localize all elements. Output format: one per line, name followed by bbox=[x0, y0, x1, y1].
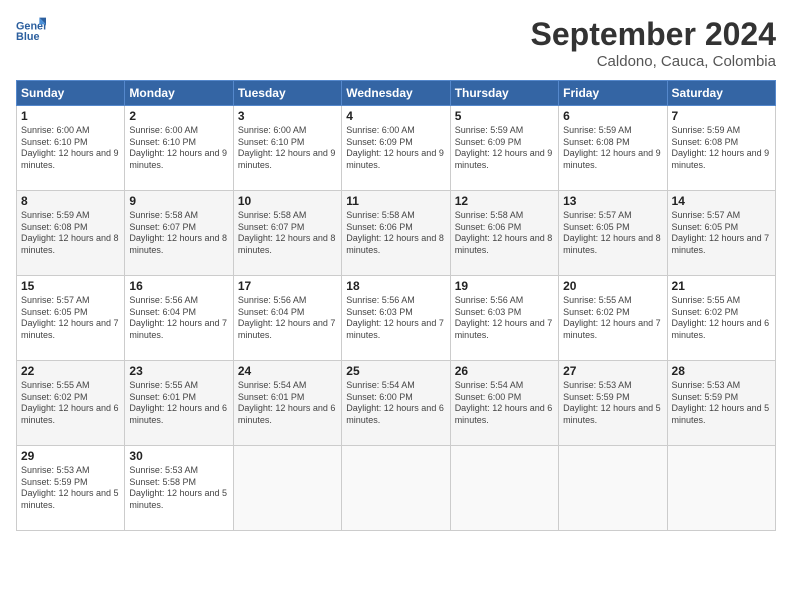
table-row: 3Sunrise: 6:00 AMSunset: 6:10 PMDaylight… bbox=[233, 106, 341, 191]
table-row: 10Sunrise: 5:58 AMSunset: 6:07 PMDayligh… bbox=[233, 191, 341, 276]
col-wednesday: Wednesday bbox=[342, 81, 450, 106]
calendar-header-row: Sunday Monday Tuesday Wednesday Thursday… bbox=[17, 81, 776, 106]
col-monday: Monday bbox=[125, 81, 233, 106]
header: General Blue September 2024 Caldono, Cau… bbox=[16, 16, 776, 70]
table-row: 8Sunrise: 5:59 AMSunset: 6:08 PMDaylight… bbox=[17, 191, 125, 276]
table-row: 14Sunrise: 5:57 AMSunset: 6:05 PMDayligh… bbox=[667, 191, 775, 276]
col-sunday: Sunday bbox=[17, 81, 125, 106]
table-row: 7Sunrise: 5:59 AMSunset: 6:08 PMDaylight… bbox=[667, 106, 775, 191]
page: General Blue September 2024 Caldono, Cau… bbox=[0, 0, 792, 612]
table-row bbox=[450, 446, 558, 531]
table-row bbox=[667, 446, 775, 531]
table-row: 6Sunrise: 5:59 AMSunset: 6:08 PMDaylight… bbox=[559, 106, 667, 191]
table-row: 1Sunrise: 6:00 AMSunset: 6:10 PMDaylight… bbox=[17, 106, 125, 191]
table-row: 11Sunrise: 5:58 AMSunset: 6:06 PMDayligh… bbox=[342, 191, 450, 276]
table-row bbox=[559, 446, 667, 531]
table-row bbox=[233, 446, 341, 531]
title-block: September 2024 Caldono, Cauca, Colombia bbox=[531, 16, 776, 70]
table-row: 26Sunrise: 5:54 AMSunset: 6:00 PMDayligh… bbox=[450, 361, 558, 446]
col-thursday: Thursday bbox=[450, 81, 558, 106]
table-row: 24Sunrise: 5:54 AMSunset: 6:01 PMDayligh… bbox=[233, 361, 341, 446]
table-row: 9Sunrise: 5:58 AMSunset: 6:07 PMDaylight… bbox=[125, 191, 233, 276]
table-row: 23Sunrise: 5:55 AMSunset: 6:01 PMDayligh… bbox=[125, 361, 233, 446]
table-row: 15Sunrise: 5:57 AMSunset: 6:05 PMDayligh… bbox=[17, 276, 125, 361]
location-subtitle: Caldono, Cauca, Colombia bbox=[531, 53, 776, 70]
table-row: 27Sunrise: 5:53 AMSunset: 5:59 PMDayligh… bbox=[559, 361, 667, 446]
month-title: September 2024 bbox=[531, 16, 776, 53]
table-row: 17Sunrise: 5:56 AMSunset: 6:04 PMDayligh… bbox=[233, 276, 341, 361]
calendar: Sunday Monday Tuesday Wednesday Thursday… bbox=[16, 80, 776, 531]
table-row: 22Sunrise: 5:55 AMSunset: 6:02 PMDayligh… bbox=[17, 361, 125, 446]
table-row: 18Sunrise: 5:56 AMSunset: 6:03 PMDayligh… bbox=[342, 276, 450, 361]
table-row: 19Sunrise: 5:56 AMSunset: 6:03 PMDayligh… bbox=[450, 276, 558, 361]
svg-text:Blue: Blue bbox=[16, 31, 39, 43]
logo: General Blue bbox=[16, 16, 46, 46]
table-row: 25Sunrise: 5:54 AMSunset: 6:00 PMDayligh… bbox=[342, 361, 450, 446]
col-tuesday: Tuesday bbox=[233, 81, 341, 106]
table-row bbox=[342, 446, 450, 531]
table-row: 30Sunrise: 5:53 AMSunset: 5:58 PMDayligh… bbox=[125, 446, 233, 531]
table-row: 12Sunrise: 5:58 AMSunset: 6:06 PMDayligh… bbox=[450, 191, 558, 276]
table-row: 13Sunrise: 5:57 AMSunset: 6:05 PMDayligh… bbox=[559, 191, 667, 276]
table-row: 29Sunrise: 5:53 AMSunset: 5:59 PMDayligh… bbox=[17, 446, 125, 531]
table-row: 16Sunrise: 5:56 AMSunset: 6:04 PMDayligh… bbox=[125, 276, 233, 361]
table-row: 4Sunrise: 6:00 AMSunset: 6:09 PMDaylight… bbox=[342, 106, 450, 191]
table-row: 2Sunrise: 6:00 AMSunset: 6:10 PMDaylight… bbox=[125, 106, 233, 191]
table-row: 5Sunrise: 5:59 AMSunset: 6:09 PMDaylight… bbox=[450, 106, 558, 191]
table-row: 20Sunrise: 5:55 AMSunset: 6:02 PMDayligh… bbox=[559, 276, 667, 361]
logo-icon: General Blue bbox=[16, 16, 46, 46]
table-row: 28Sunrise: 5:53 AMSunset: 5:59 PMDayligh… bbox=[667, 361, 775, 446]
col-saturday: Saturday bbox=[667, 81, 775, 106]
table-row: 21Sunrise: 5:55 AMSunset: 6:02 PMDayligh… bbox=[667, 276, 775, 361]
col-friday: Friday bbox=[559, 81, 667, 106]
